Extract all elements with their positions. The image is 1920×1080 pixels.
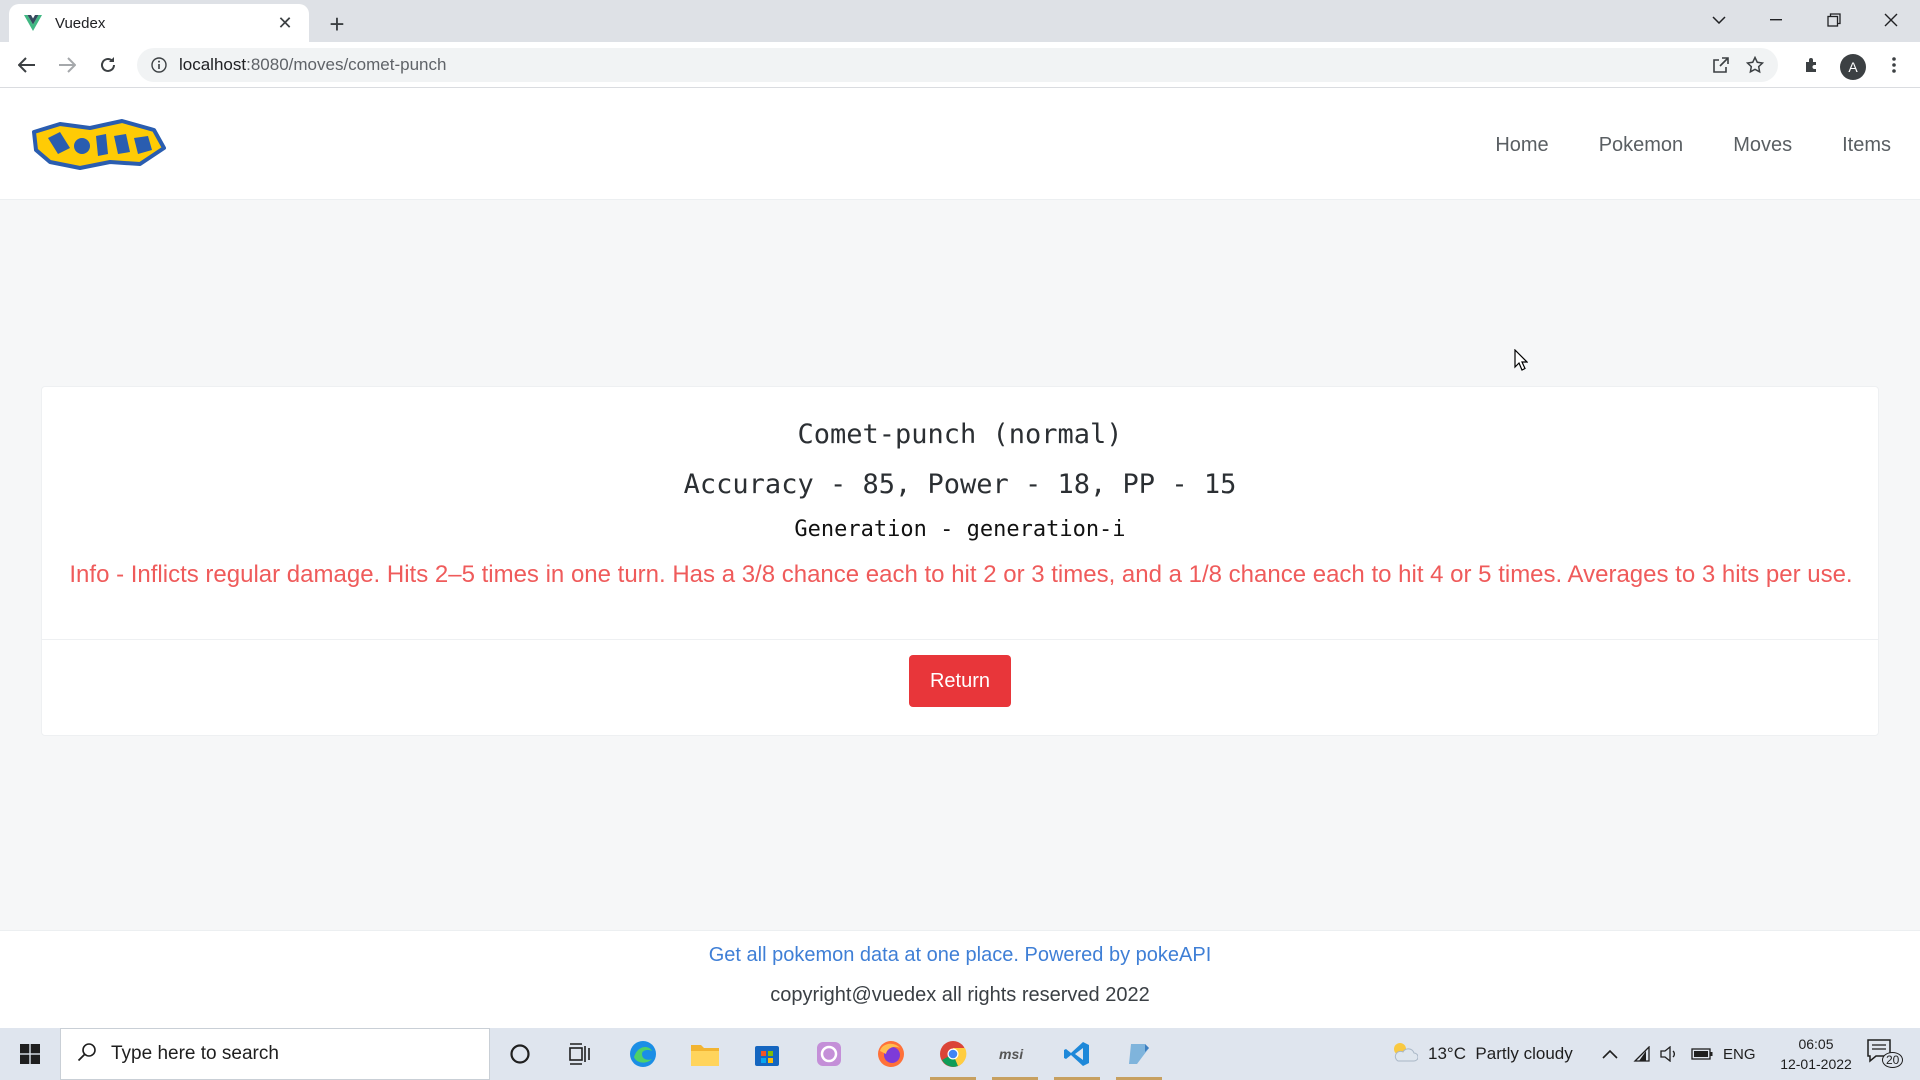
search-placeholder: Type here to search (111, 1043, 279, 1064)
weather-widget[interactable]: 13°C Partly cloudy (1390, 1028, 1573, 1080)
tab-search-icon[interactable] (1690, 0, 1748, 40)
browser-tab[interactable]: Vuedex ✕ (9, 4, 309, 42)
footer-content: Get all pokemon data at one place. Power… (0, 842, 1920, 1028)
notepad-icon[interactable] (1110, 1028, 1168, 1080)
nav-items[interactable]: Items (1842, 134, 1891, 157)
network-icon[interactable] (1632, 1028, 1650, 1080)
battery-icon[interactable] (1691, 1028, 1713, 1080)
nav-home[interactable]: Home (1495, 134, 1548, 157)
browser-menu-icon[interactable] (1878, 49, 1910, 81)
main-nav: Home Pokemon Moves Items (1445, 134, 1891, 157)
share-icon[interactable] (1704, 52, 1738, 78)
forward-arrow-icon[interactable] (51, 49, 83, 81)
chevron-up-icon[interactable] (1602, 1028, 1618, 1080)
browser-tabstrip: Vuedex ✕ + (0, 0, 1920, 42)
return-button[interactable]: Return (909, 655, 1011, 707)
edge-icon[interactable] (614, 1028, 672, 1080)
windows-start-icon[interactable] (0, 1028, 60, 1080)
app-icon[interactable] (800, 1028, 858, 1080)
clock-date: 12-01-2022 (1780, 1056, 1852, 1072)
card-divider (42, 639, 1878, 640)
reload-icon[interactable] (92, 49, 124, 81)
bookmark-star-icon[interactable] (1738, 52, 1772, 78)
nav-pokemon[interactable]: Pokemon (1599, 134, 1684, 157)
nav-moves[interactable]: Moves (1733, 134, 1792, 157)
chrome-icon[interactable] (924, 1028, 982, 1080)
close-tab-icon[interactable]: ✕ (273, 11, 297, 35)
profile-avatar[interactable]: A (1840, 54, 1866, 80)
language-indicator[interactable]: ENG (1723, 1028, 1756, 1080)
site-navbar: Home Pokemon Moves Items (0, 88, 1920, 200)
volume-icon[interactable] (1660, 1028, 1678, 1080)
cortana-icon[interactable] (491, 1028, 549, 1080)
move-detail-card: Comet-punch (normal) Accuracy - 85, Powe… (41, 386, 1879, 736)
file-explorer-icon[interactable] (676, 1028, 734, 1080)
pokemon-logo[interactable] (30, 118, 168, 172)
mouse-cursor-icon (1514, 348, 1529, 376)
address-bar[interactable]: localhost:8080/moves/comet-punch (137, 48, 1778, 82)
copyright-text: copyright@vuedex all rights reserved 202… (770, 984, 1150, 1006)
partly-cloudy-icon (1390, 1041, 1419, 1068)
msi-icon[interactable]: msi (986, 1028, 1044, 1080)
weather-text: 13°C Partly cloudy (1428, 1044, 1573, 1063)
browser-toolbar: localhost:8080/moves/comet-punch A (0, 42, 1920, 88)
pokeapi-link[interactable]: Get all pokemon data at one place. Power… (0, 944, 1920, 967)
notification-center[interactable]: 20 (1866, 1038, 1906, 1070)
clock-time: 06:05 (1798, 1036, 1834, 1052)
notification-count: 20 (1882, 1052, 1904, 1068)
move-title: Comet-punch (normal) (797, 419, 1123, 450)
firefox-icon[interactable] (862, 1028, 920, 1080)
svg-text:msi: msi (999, 1046, 1024, 1062)
tab-title: Vuedex (55, 14, 106, 32)
microsoft-store-icon[interactable] (738, 1028, 796, 1080)
close-window-icon[interactable] (1862, 0, 1920, 40)
move-stats: Accuracy - 85, Power - 18, PP - 15 (683, 469, 1237, 500)
taskbar-search-box[interactable]: Type here to search (60, 1028, 490, 1080)
new-tab-icon[interactable]: + (322, 9, 352, 39)
taskbar-clock[interactable]: 06:05 12-01-2022 (1770, 1034, 1862, 1074)
move-info: Info - Inflicts regular damage. Hits 2–5… (69, 561, 1853, 588)
minimize-icon[interactable] (1747, 0, 1805, 40)
url-text: localhost:8080/moves/comet-punch (179, 55, 447, 74)
search-icon (77, 1042, 97, 1067)
back-arrow-icon[interactable] (11, 49, 43, 81)
vue-logo-icon (23, 13, 43, 33)
windows-taskbar: Type here to search msi 13°C Partly clou… (0, 1028, 1920, 1080)
vscode-icon[interactable] (1048, 1028, 1106, 1080)
site-info-icon[interactable] (149, 55, 169, 75)
task-view-icon[interactable] (552, 1028, 610, 1080)
restore-icon[interactable] (1805, 0, 1863, 40)
extensions-puzzle-icon[interactable] (1796, 49, 1828, 81)
move-generation: Generation - generation-i (794, 517, 1126, 542)
